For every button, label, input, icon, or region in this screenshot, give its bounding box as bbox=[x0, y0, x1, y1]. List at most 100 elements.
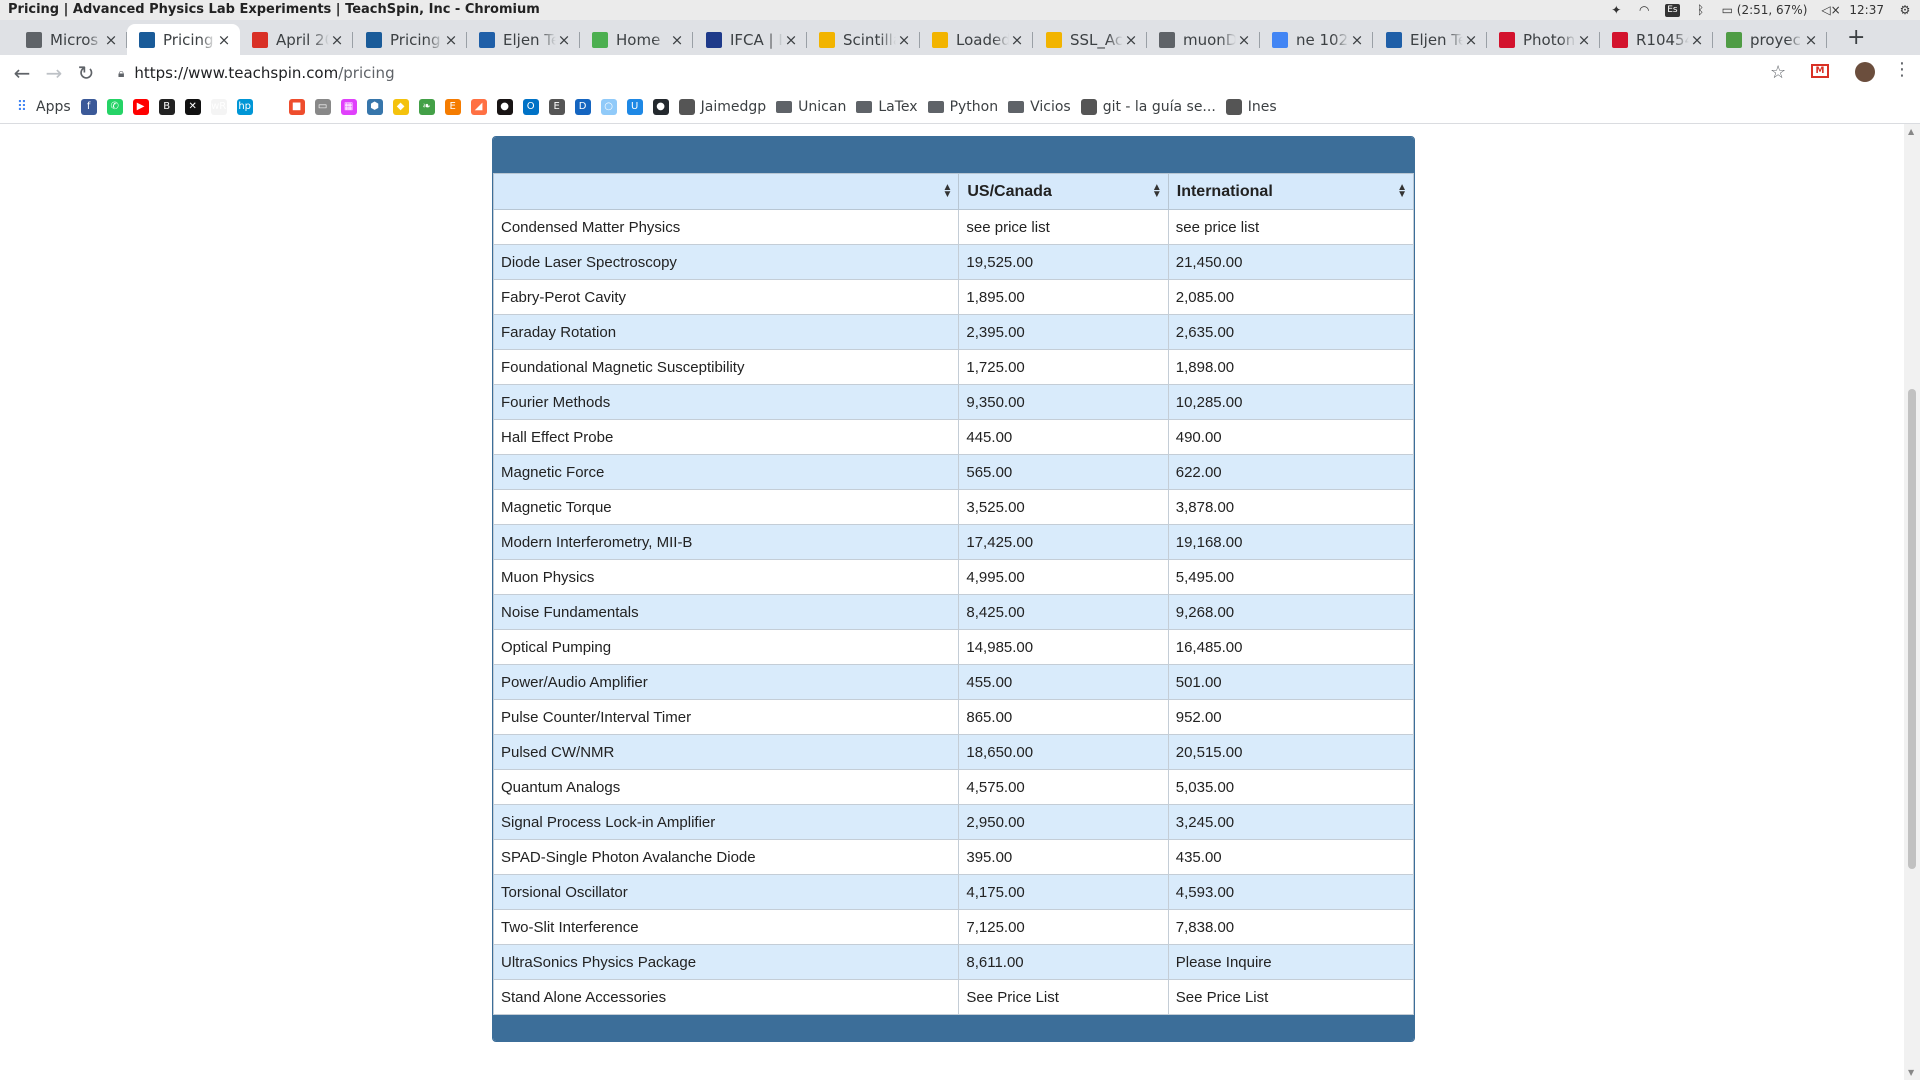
bookmark-link[interactable]: Python bbox=[927, 98, 999, 115]
product-name-cell: Fourier Methods bbox=[493, 384, 960, 420]
address-bar[interactable]: 🔒︎ https://www.teachspin.com/pricing bbox=[118, 59, 1768, 87]
close-icon[interactable]: × bbox=[1349, 31, 1365, 49]
kebab-menu-icon[interactable]: ⋮ bbox=[1893, 59, 1911, 80]
bookmark-whatsapp[interactable]: ✆ bbox=[106, 98, 123, 115]
browser-tab[interactable]: ne 102 × bbox=[1260, 24, 1373, 55]
bookmark-sh[interactable]: ✕ bbox=[184, 98, 201, 115]
browser-tab[interactable]: Pricing × bbox=[127, 24, 240, 55]
browser-tab[interactable]: Photon × bbox=[1487, 24, 1600, 55]
yellow-icon: ◆ bbox=[392, 98, 409, 115]
bookmark-hp[interactable]: hp bbox=[236, 98, 253, 115]
column-header-us-canada[interactable]: US/Canada ▲ ▼ bbox=[958, 173, 1169, 210]
bluetooth-icon[interactable]: ᛒ bbox=[1694, 3, 1708, 17]
close-icon[interactable]: × bbox=[216, 31, 232, 49]
close-icon[interactable]: × bbox=[1463, 31, 1479, 49]
forward-arrow-icon[interactable]: → bbox=[40, 59, 68, 87]
bookmark-spotify[interactable]: ● bbox=[496, 98, 513, 115]
close-icon[interactable]: × bbox=[1123, 31, 1139, 49]
gear-icon[interactable]: ⚙ bbox=[1898, 3, 1912, 17]
close-icon[interactable]: × bbox=[1803, 31, 1819, 49]
bookmark-link[interactable]: Jaimedgp bbox=[678, 98, 766, 115]
bookmark-ucan[interactable]: ○ bbox=[600, 98, 617, 115]
keyboard-layout[interactable]: Es bbox=[1665, 3, 1680, 17]
back-arrow-icon[interactable]: ← bbox=[8, 59, 36, 87]
bookmark-facebook[interactable]: f bbox=[80, 98, 97, 115]
close-icon[interactable]: × bbox=[103, 31, 119, 49]
close-icon[interactable]: × bbox=[669, 31, 685, 49]
bookmark-u[interactable]: U bbox=[626, 98, 643, 115]
eljen-icon bbox=[479, 31, 495, 48]
bookmark-emt[interactable]: E bbox=[444, 98, 461, 115]
product-name-cell: Foundational Magnetic Susceptibility bbox=[493, 349, 960, 385]
product-name-cell: SPAD-Single Photon Avalanche Diode bbox=[493, 839, 960, 875]
bookmark-youtube[interactable]: ▶ bbox=[132, 98, 149, 115]
browser-tab[interactable]: IFCA | In× bbox=[694, 24, 807, 55]
bookmark-doc[interactable]: E bbox=[548, 98, 565, 115]
clock[interactable]: 12:37 bbox=[1849, 0, 1884, 20]
browser-tab[interactable]: Scintilla× bbox=[807, 24, 920, 55]
browser-tab[interactable]: SSL_Ac × bbox=[1034, 24, 1147, 55]
bookmark-python[interactable]: ⬢ bbox=[366, 98, 383, 115]
bookmark-bag[interactable]: ■ bbox=[288, 98, 305, 115]
close-icon[interactable]: × bbox=[896, 31, 912, 49]
us-canada-price-cell: 1,895.00 bbox=[958, 279, 1169, 315]
bookmark-yellow[interactable]: ◆ bbox=[392, 98, 409, 115]
bookmark-b[interactable]: B bbox=[158, 98, 175, 115]
scroll-down-icon[interactable]: ▼ bbox=[1908, 1068, 1914, 1077]
browser-tab[interactable]: Eljen Te × bbox=[1374, 24, 1487, 55]
browser-tab[interactable]: Home × bbox=[580, 24, 693, 55]
browser-tab[interactable]: R10454 × bbox=[1600, 24, 1713, 55]
browser-tab[interactable]: Loaded × bbox=[920, 24, 1033, 55]
gmail-icon[interactable]: M bbox=[1811, 64, 1829, 78]
bookmark-link[interactable]: git - la guía se... bbox=[1080, 98, 1216, 115]
us-canada-price-cell: 8,611.00 bbox=[958, 944, 1169, 980]
bookmark-label: Python bbox=[949, 98, 999, 115]
bookmark-link[interactable]: Vicios bbox=[1008, 99, 1071, 115]
page-scrollbar[interactable]: ▲ ▼ bbox=[1904, 124, 1920, 1080]
browser-tab[interactable]: proyec × bbox=[1714, 24, 1827, 55]
battery-indicator[interactable]: ▭ (2:51, 67%) bbox=[1722, 0, 1808, 20]
close-icon[interactable]: × bbox=[1689, 31, 1705, 49]
scroll-thumb[interactable] bbox=[1908, 389, 1916, 869]
profile-avatar[interactable] bbox=[1855, 62, 1875, 82]
apps-button[interactable]: ⠿ Apps bbox=[14, 99, 71, 115]
folder-icon bbox=[776, 100, 793, 113]
new-tab-button[interactable]: + bbox=[1847, 24, 1865, 52]
close-icon[interactable]: × bbox=[556, 31, 572, 49]
close-icon[interactable]: × bbox=[329, 31, 345, 49]
bookmark-outlook[interactable]: O bbox=[522, 98, 539, 115]
bookmark-box[interactable]: ▭ bbox=[314, 98, 331, 115]
bookmark-link[interactable]: Ines bbox=[1225, 98, 1277, 115]
browser-tab[interactable]: Micros × bbox=[14, 24, 127, 55]
browser-tab[interactable]: muonD × bbox=[1147, 24, 1260, 55]
wifi-icon[interactable]: ◠ bbox=[1637, 3, 1651, 17]
bookmark-blue-doc[interactable]: D bbox=[574, 98, 591, 115]
close-icon[interactable]: × bbox=[1576, 31, 1592, 49]
bookmark-link[interactable]: Unican bbox=[776, 99, 846, 115]
column-header-international[interactable]: International ▲ ▼ bbox=[1167, 173, 1414, 210]
close-icon[interactable]: × bbox=[783, 31, 799, 49]
bookmark-grid-color[interactable]: ▦ bbox=[340, 98, 357, 115]
bookmark-amazon[interactable]: a bbox=[262, 98, 279, 115]
close-icon[interactable]: × bbox=[1236, 31, 1252, 49]
browser-tab[interactable]: Eljen Te × bbox=[467, 24, 580, 55]
dropbox-icon[interactable]: ✦ bbox=[1609, 3, 1623, 17]
bookmark-orange[interactable]: ◢ bbox=[470, 98, 487, 115]
close-icon[interactable]: × bbox=[1009, 31, 1025, 49]
tab-label: April 20 bbox=[276, 30, 329, 49]
scroll-up-icon[interactable]: ▲ bbox=[1908, 127, 1914, 136]
bookmark-leaf[interactable]: ❧ bbox=[418, 98, 435, 115]
bookmark-wr[interactable]: wR bbox=[210, 98, 227, 115]
browser-tab[interactable]: April 20 × bbox=[240, 24, 353, 55]
bookmark-link[interactable]: LaTex bbox=[856, 99, 918, 115]
reload-icon[interactable]: ↻ bbox=[72, 59, 100, 87]
google-icon bbox=[1272, 31, 1288, 48]
volume-muted-icon[interactable]: ◁× bbox=[1821, 3, 1840, 17]
column-header-product[interactable]: ▲ ▼ bbox=[493, 173, 960, 210]
bookmark-star-icon[interactable]: ☆ bbox=[1770, 62, 1786, 83]
international-price-cell: see price list bbox=[1167, 209, 1414, 245]
bookmark-github[interactable]: ● bbox=[652, 98, 669, 115]
browser-tab[interactable]: Pricing × bbox=[354, 24, 467, 55]
table-row: SPAD-Single Photon Avalanche Diode 395.00… bbox=[493, 839, 1414, 875]
close-icon[interactable]: × bbox=[443, 31, 459, 49]
